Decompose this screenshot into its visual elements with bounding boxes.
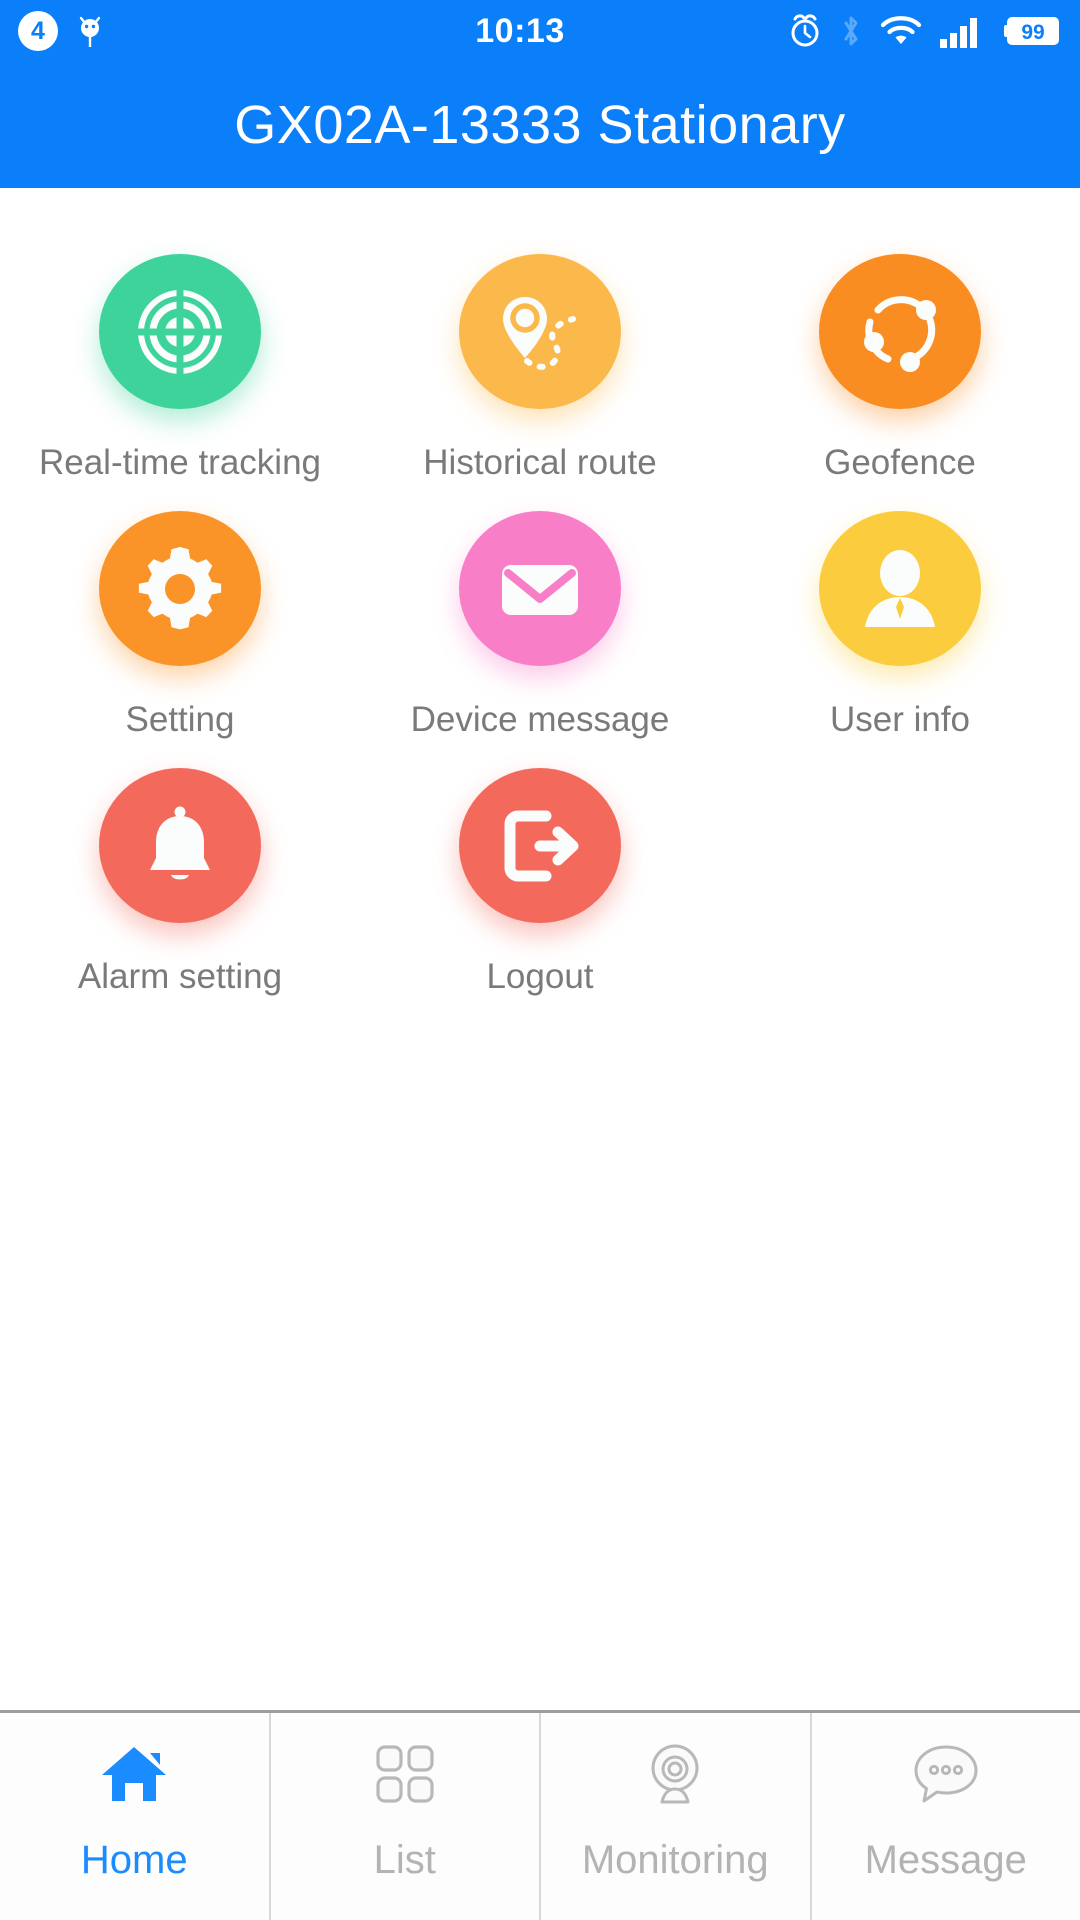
- grid-squares-icon: [372, 1736, 438, 1812]
- wifi-icon: [880, 14, 922, 48]
- envelope-icon: [459, 511, 621, 666]
- menu-item-label: Geofence: [824, 443, 976, 482]
- status-bar-right: 99: [740, 12, 1080, 50]
- status-bar-center: 10:13: [300, 12, 740, 51]
- geofence-share-icon: [819, 254, 981, 409]
- nav-tab-label: List: [373, 1838, 436, 1882]
- nav-tab-label: Message: [864, 1838, 1027, 1882]
- chat-bubble-icon: [910, 1736, 982, 1812]
- menu-item-user-info[interactable]: User info: [720, 483, 1080, 740]
- radar-target-icon: [99, 254, 261, 409]
- menu-item-label: Alarm setting: [77, 957, 283, 996]
- page-title: GX02A-13333 Stationary: [234, 95, 846, 155]
- menu-item-label: Setting: [125, 700, 235, 739]
- nav-tab-home[interactable]: Home: [0, 1713, 271, 1920]
- menu-item-label: Historical route: [423, 443, 657, 482]
- menu-grid-empty-cell: [720, 740, 1080, 997]
- bottom-navigation-bar: Home List Monitoring Message: [0, 1710, 1080, 1920]
- menu-item-device-message[interactable]: Device message: [360, 483, 720, 740]
- app-bar: GX02A-13333 Stationary: [0, 62, 1080, 188]
- menu-item-label: User info: [829, 700, 971, 739]
- menu-item-label: Real-time tracking: [38, 443, 322, 482]
- home-icon: [98, 1736, 170, 1812]
- gear-icon: [99, 511, 261, 666]
- nav-tab-list[interactable]: List: [271, 1713, 541, 1920]
- logout-arrow-icon: [459, 768, 621, 923]
- bluetooth-icon: [839, 12, 863, 50]
- menu-item-label: Device message: [410, 700, 670, 739]
- nav-tab-label: Monitoring: [581, 1838, 769, 1882]
- nav-tab-message[interactable]: Message: [812, 1713, 1080, 1920]
- android-debug-icon: [74, 11, 106, 51]
- main-content: Real-time tracking Historical route Geof…: [0, 188, 1080, 1700]
- bell-icon: [99, 768, 261, 923]
- menu-item-real-time-tracking[interactable]: Real-time tracking: [0, 226, 360, 483]
- menu-item-label: Logout: [486, 957, 594, 996]
- svg-text:99: 99: [1021, 21, 1044, 44]
- nav-tab-monitoring[interactable]: Monitoring: [541, 1713, 812, 1920]
- status-bar-left: 4: [0, 11, 300, 51]
- webcam-icon: [642, 1736, 708, 1812]
- menu-item-setting[interactable]: Setting: [0, 483, 360, 740]
- clock-time: 10:13: [475, 11, 565, 50]
- battery-icon: 99: [1004, 13, 1062, 49]
- menu-item-historical-route[interactable]: Historical route: [360, 226, 720, 483]
- user-silhouette-icon: [819, 511, 981, 666]
- menu-item-logout[interactable]: Logout: [360, 740, 720, 997]
- menu-grid: Real-time tracking Historical route Geof…: [0, 188, 1080, 997]
- status-bar: 4 10:13 99: [0, 0, 1080, 62]
- menu-item-geofence[interactable]: Geofence: [720, 226, 1080, 483]
- notification-count-badge: 4: [18, 11, 58, 51]
- cellular-signal-icon: [939, 12, 987, 50]
- menu-item-alarm-setting[interactable]: Alarm setting: [0, 740, 360, 997]
- map-pin-route-icon: [459, 254, 621, 409]
- nav-tab-label: Home: [80, 1838, 188, 1882]
- alarm-clock-icon: [788, 12, 822, 50]
